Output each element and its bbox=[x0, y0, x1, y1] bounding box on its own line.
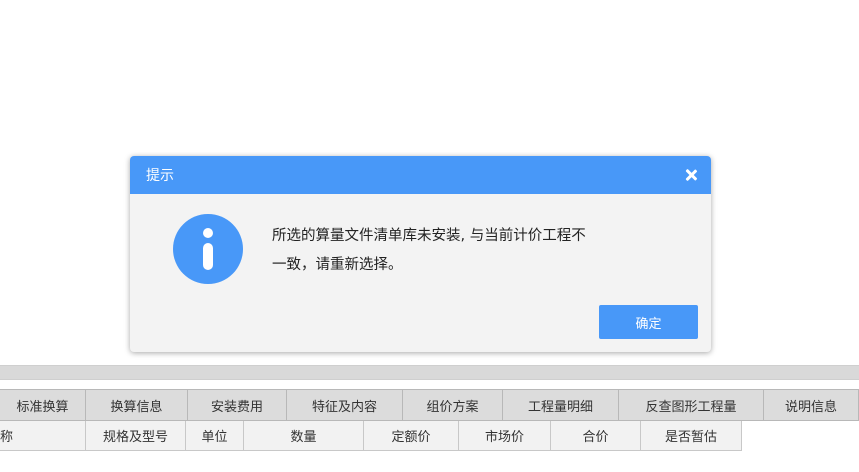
dialog-title: 提示 bbox=[146, 168, 174, 184]
close-icon[interactable] bbox=[683, 167, 699, 183]
ok-button[interactable]: 确定 bbox=[599, 305, 698, 339]
column-header-provisional[interactable]: 是否暂估 bbox=[641, 421, 742, 451]
column-header-name[interactable]: 名称 bbox=[0, 421, 86, 451]
column-header-spec[interactable]: 规格及型号 bbox=[86, 421, 186, 451]
splitter-bar[interactable] bbox=[0, 365, 859, 380]
info-icon bbox=[173, 214, 243, 284]
dialog-titlebar: 提示 bbox=[130, 156, 711, 194]
dialog-message: 所选的算量文件清单库未安装, 与当前计价工程不 一致，请重新选择。 bbox=[272, 222, 667, 280]
column-header-unit[interactable]: 单位 bbox=[186, 421, 244, 451]
column-header-market-price[interactable]: 市场价 bbox=[459, 421, 551, 451]
tab-description[interactable]: 说明信息 bbox=[764, 389, 859, 421]
column-header-quantity[interactable]: 数量 bbox=[244, 421, 364, 451]
tab-conversion-info[interactable]: 换算信息 bbox=[86, 389, 188, 421]
tab-quantity-details[interactable]: 工程量明细 bbox=[503, 389, 619, 421]
tab-installation-cost[interactable]: 安装费用 bbox=[188, 389, 287, 421]
column-header-total[interactable]: 合价 bbox=[551, 421, 641, 451]
detail-tabs: 标准换算 换算信息 安装费用 特征及内容 组价方案 工程量明细 反查图形工程量 … bbox=[0, 389, 859, 421]
tab-standard-conversion[interactable]: 标准换算 bbox=[0, 389, 86, 421]
message-line-1: 所选的算量文件清单库未安装, 与当前计价工程不 bbox=[272, 228, 586, 244]
column-header-quota-price[interactable]: 定额价 bbox=[364, 421, 459, 451]
tab-pricing-scheme[interactable]: 组价方案 bbox=[403, 389, 503, 421]
table-header: 名称 规格及型号 单位 数量 定额价 市场价 合价 是否暂估 bbox=[0, 421, 742, 451]
message-line-2: 一致，请重新选择。 bbox=[272, 257, 403, 273]
alert-dialog: 提示 所选的算量文件清单库未安装, 与当前计价工程不 一致，请重新选择。 确定 bbox=[130, 156, 711, 352]
tab-features-content[interactable]: 特征及内容 bbox=[287, 389, 403, 421]
tab-reverse-lookup[interactable]: 反查图形工程量 bbox=[619, 389, 764, 421]
